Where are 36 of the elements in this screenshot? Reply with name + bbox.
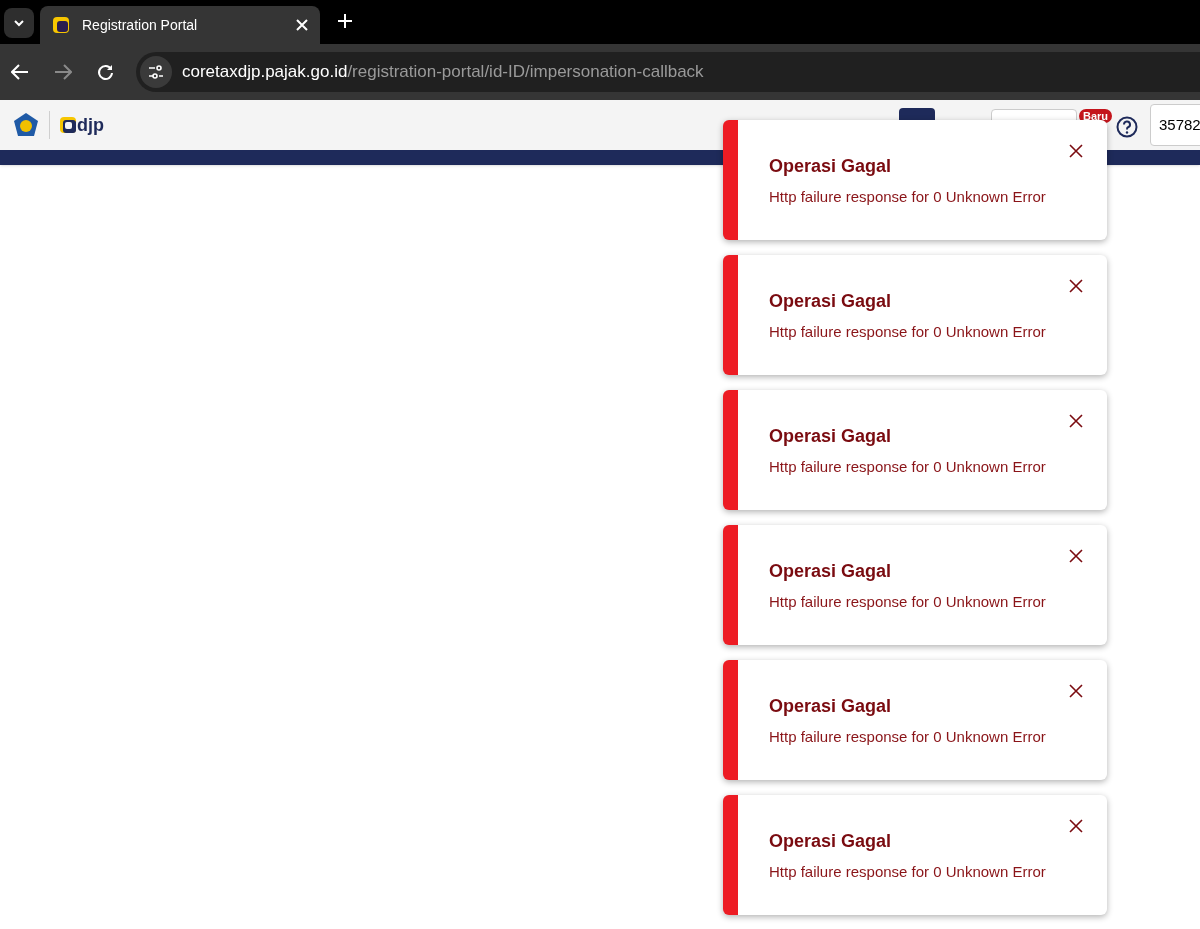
url-text: coretaxdjp.pajak.go.id/registration-portal/id-ID/impersonation-callback [182,61,704,84]
close-icon[interactable] [1069,549,1083,563]
toast-message: Http failure response for 0 Unknown Error [769,457,1046,477]
toast-message: Http failure response for 0 Unknown Error [769,592,1046,612]
close-icon[interactable] [1069,279,1083,293]
toast-title: Operasi Gagal [769,425,892,447]
favicon-icon [52,16,70,34]
tab-title: Registration Portal [82,15,199,35]
new-tab-icon[interactable] [338,14,352,28]
user-field[interactable]: 35782 [1150,104,1200,146]
toast-title: Operasi Gagal [769,155,892,177]
close-icon[interactable] [1069,684,1083,698]
toast-message: Http failure response for 0 Unknown Error [769,187,1046,207]
toast-message: Http failure response for 0 Unknown Error [769,322,1046,342]
close-icon[interactable] [1069,819,1083,833]
close-icon[interactable] [1069,144,1083,158]
toast-title: Operasi Gagal [769,695,892,717]
toast-message: Http failure response for 0 Unknown Error [769,862,1046,882]
tune-icon [148,65,164,79]
logo-text: djp [77,113,104,137]
djp-logo-icon [60,117,76,133]
site-info-button[interactable] [140,56,172,88]
reload-icon[interactable] [97,63,114,81]
back-icon[interactable] [11,64,29,80]
emblem-icon [13,112,39,138]
chevron-down-icon [13,19,25,27]
toast-title: Operasi Gagal [769,560,892,582]
tab-list-button[interactable] [4,8,34,38]
toast-title: Operasi Gagal [769,830,892,852]
forward-icon[interactable] [54,64,72,80]
close-icon[interactable] [1069,414,1083,428]
toast-message: Http failure response for 0 Unknown Error [769,727,1046,747]
browser-tab[interactable]: Registration Portal [40,6,320,44]
toast-title: Operasi Gagal [769,290,892,312]
help-icon[interactable] [1116,116,1138,138]
address-bar[interactable]: coretaxdjp.pajak.go.id/registration-portal/id-ID/impersonation-callback [136,52,1200,92]
